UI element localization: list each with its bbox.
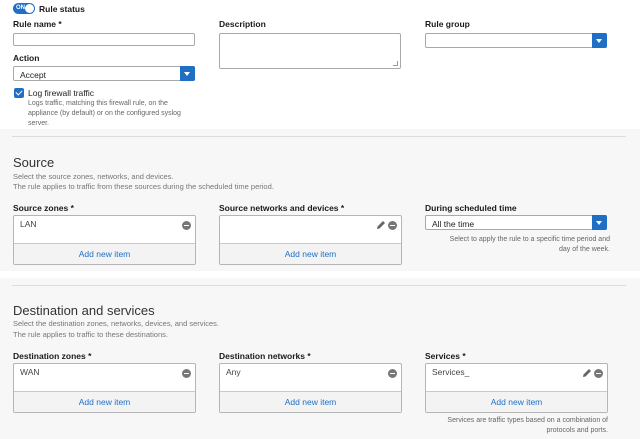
source-zones-label: Source zones * [13,203,74,213]
add-destination-zone-button[interactable]: Add new item [14,391,195,412]
log-traffic-label: Log firewall traffic [28,88,94,98]
list-item: Services_ [432,367,470,377]
rule-group-select[interactable] [425,33,607,48]
source-title: Source [13,155,55,170]
rule-status-label: Rule status [39,4,85,14]
source-desc-2: The rule applies to traffic from these s… [13,182,274,191]
description-label: Description [219,19,266,29]
services-panel: Services_ Add new item [425,363,608,413]
list-item: LAN [20,219,37,229]
destination-title: Destination and services [13,303,155,318]
destination-zones-panel: WAN Add new item [13,363,196,413]
schedule-select[interactable]: All the time [425,215,607,230]
rule-group-label: Rule group [425,19,470,29]
remove-icon[interactable] [594,369,603,378]
destination-desc-2: The rule applies to traffic to these des… [13,330,168,339]
action-value: Accept [20,70,46,80]
action-select[interactable]: Accept [13,66,195,81]
toggle-knob [25,4,34,13]
add-service-button[interactable]: Add new item [426,391,607,412]
log-traffic-checkbox[interactable] [14,88,24,98]
schedule-help: Select to apply the rule to a specific t… [449,236,610,253]
source-zones-panel: LAN Add new item [13,215,196,265]
remove-icon[interactable] [388,369,397,378]
schedule-label: During scheduled time [425,203,517,213]
add-source-zone-button[interactable]: Add new item [14,243,195,264]
list-item: WAN [20,367,40,377]
chevron-down-icon[interactable] [180,66,195,81]
resize-handle-icon[interactable] [393,61,398,66]
chevron-down-icon[interactable] [592,33,607,48]
rule-status-toggle[interactable]: ON [13,3,35,14]
edit-icon[interactable] [376,220,386,230]
schedule-value: All the time [432,219,475,229]
divider [12,136,626,137]
chevron-down-icon[interactable] [592,215,607,230]
edit-icon[interactable] [582,368,592,378]
source-networks-panel: Add new item [219,215,402,265]
destination-zones-label: Destination zones * [13,351,92,361]
remove-icon[interactable] [388,221,397,230]
services-help: Services are traffic types based on a co… [447,417,608,434]
log-traffic-help: Logs traffic, matching this firewall rul… [28,100,181,127]
destination-networks-panel: Any Add new item [219,363,402,413]
add-destination-network-button[interactable]: Add new item [220,391,401,412]
remove-icon[interactable] [182,221,191,230]
action-label: Action [13,53,40,63]
rule-name-label: Rule name * [13,19,62,29]
description-textarea[interactable] [219,33,401,69]
services-label: Services * [425,351,466,361]
rule-name-input[interactable] [13,33,195,46]
destination-desc-1: Select the destination zones, networks, … [13,319,219,328]
toggle-state-label: ON [16,5,25,11]
remove-icon[interactable] [182,369,191,378]
divider [12,285,626,286]
source-networks-label: Source networks and devices * [219,203,345,213]
add-source-network-button[interactable]: Add new item [220,243,401,264]
list-item: Any [226,367,241,377]
destination-networks-label: Destination networks * [219,351,311,361]
